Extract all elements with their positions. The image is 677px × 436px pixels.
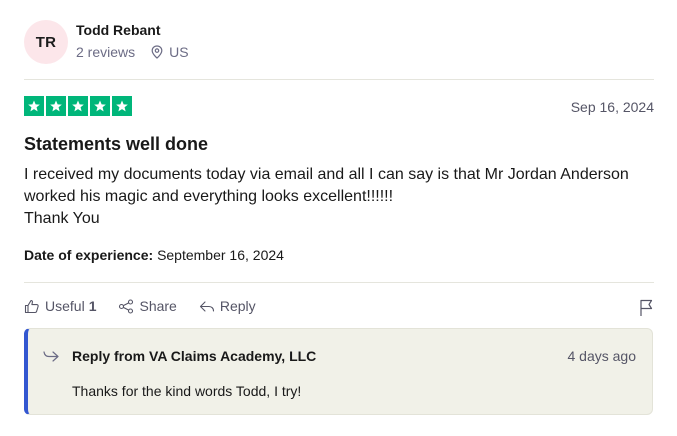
thumbs-up-icon <box>24 299 39 313</box>
star-rating <box>24 96 132 116</box>
reply-indicator-icon <box>43 351 59 362</box>
review-body-line: Thank You <box>24 210 100 227</box>
date-of-experience: Date of experience: September 16, 2024 <box>24 247 284 263</box>
star-icon <box>46 96 66 116</box>
share-button[interactable]: Share <box>118 298 177 314</box>
review-actions: Useful 1 Share Reply <box>24 298 278 314</box>
reply-label: Reply <box>219 298 256 314</box>
useful-button[interactable]: Useful 1 <box>24 298 96 314</box>
star-icon <box>24 96 44 116</box>
reviewer-country: US <box>151 44 189 60</box>
useful-count: 1 <box>88 298 97 314</box>
country-label: US <box>169 44 189 60</box>
flag-button[interactable] <box>639 299 653 322</box>
share-icon <box>119 298 134 314</box>
review-date: Sep 16, 2024 <box>570 99 654 115</box>
reviewer-name[interactable]: Todd Rebant <box>76 22 161 38</box>
avatar[interactable]: TR <box>24 20 68 64</box>
company-reply: Reply from VA Claims Academy, LLC 4 days… <box>24 328 653 415</box>
review-body: I received my documents today via email … <box>24 164 664 230</box>
reviews-count: 2 reviews <box>76 44 136 60</box>
header-divider <box>24 79 654 80</box>
experience-date: September 16, 2024 <box>157 247 284 263</box>
reply-age: 4 days ago <box>567 348 637 364</box>
star-icon <box>90 96 110 116</box>
share-label: Share <box>139 298 177 314</box>
actions-divider <box>24 282 654 283</box>
flag-icon <box>640 299 653 316</box>
useful-label: Useful <box>45 298 85 314</box>
star-icon <box>112 96 132 116</box>
location-pin-icon <box>151 45 163 59</box>
review-title[interactable]: Statements well done <box>24 134 208 155</box>
experience-label: Date of experience: <box>24 247 154 263</box>
review-body-line: I received my documents today via email … <box>24 166 629 183</box>
star-icon <box>68 96 88 116</box>
reply-from[interactable]: Reply from VA Claims Academy, LLC <box>72 348 316 364</box>
reply-button[interactable]: Reply <box>199 298 256 314</box>
review-body-line: worked his magic and everything looks ex… <box>24 188 394 205</box>
reviewer-meta: 2 reviews US <box>76 44 189 60</box>
reply-text: Thanks for the kind words Todd, I try! <box>72 383 302 399</box>
reply-arrow-icon <box>199 300 214 312</box>
